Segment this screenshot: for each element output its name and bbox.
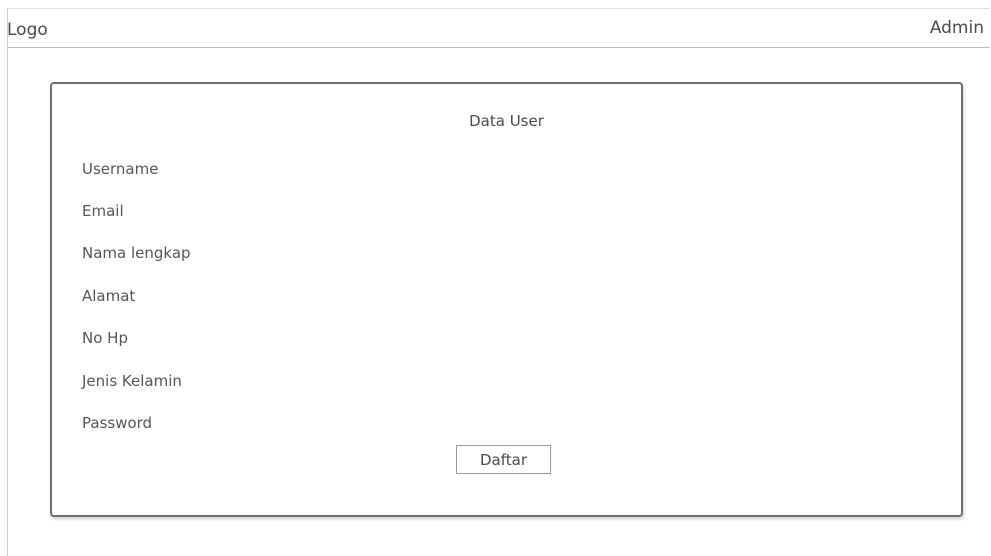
daftar-button[interactable]: Daftar <box>456 445 551 474</box>
field-label-jenis-kelamin: Jenis Kelamin <box>82 372 182 390</box>
header-divider <box>7 47 990 48</box>
field-label-no-hp: No Hp <box>82 329 128 347</box>
admin-user-label[interactable]: Admin <box>930 18 984 38</box>
top-bar: Logo Admin <box>7 8 990 48</box>
field-label-password: Password <box>82 414 153 432</box>
field-label-username: Username <box>82 160 159 178</box>
field-label-email: Email <box>82 202 124 220</box>
logo[interactable]: Logo <box>7 20 48 40</box>
field-label-alamat: Alamat <box>82 287 136 305</box>
user-data-card: Data User Username Email Nama lengkap Al… <box>50 82 963 517</box>
card-title: Data User <box>469 112 544 130</box>
field-label-nama-lengkap: Nama lengkap <box>82 244 191 262</box>
